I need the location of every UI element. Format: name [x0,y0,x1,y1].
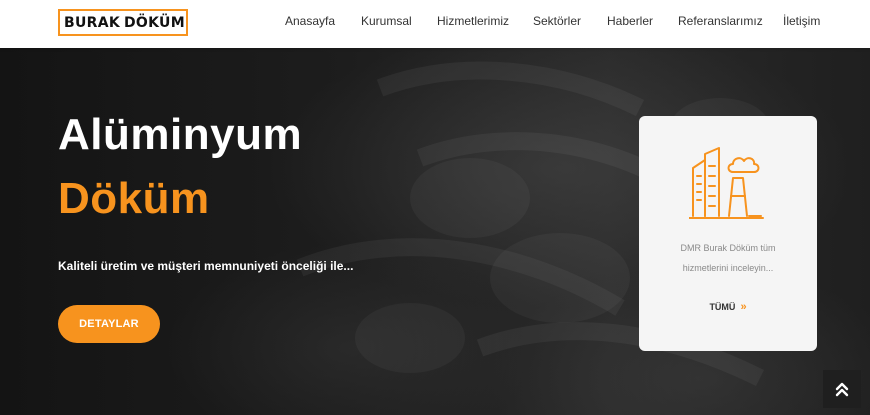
nav-item-hizmetlerimiz[interactable]: Hizmetlerimiz [437,14,509,28]
card-description-line2: hizmetlerini inceleyin... [682,263,774,273]
hero-title-line2: Döküm [58,174,210,223]
services-card: DMR Burak Döküm tüm hizmetlerini inceley… [639,116,817,351]
double-arrow-right-icon: » [740,301,747,313]
card-description-line1: DMR Burak Döküm tüm [680,243,776,253]
scroll-to-top-button[interactable] [823,370,861,408]
logo-text-left: BURAK [64,14,121,31]
nav-item-sektorler[interactable]: Sektörler [533,14,581,28]
hero-subtitle: Kaliteli üretim ve müşteri memnuniyeti ö… [58,259,354,273]
nav-item-iletisim[interactable]: İletişim [783,14,820,28]
site-header: BURAK DÖKÜM Anasayfa Kurumsal Hizmetleri… [0,0,870,48]
nav-item-haberler[interactable]: Haberler [607,14,653,28]
logo[interactable]: BURAK DÖKÜM [58,9,188,36]
logo-text-right: DÖKÜM [124,14,185,31]
view-all-label: TÜMÜ [709,302,736,312]
nav-item-anasayfa[interactable]: Anasayfa [285,14,335,28]
double-chevron-up-icon [835,382,849,397]
hero-title-line1: Alüminyum [58,110,303,159]
details-button[interactable]: DETAYLAR [58,305,160,343]
card-description: DMR Burak Döküm tüm hizmetlerini inceley… [649,238,807,278]
hero-slider: Alüminyum Döküm Kaliteli üretim ve müşte… [0,48,870,415]
view-all-link[interactable]: TÜMÜ » [639,301,817,313]
factory-icon [689,147,764,219]
nav-item-referanslarimiz[interactable]: Referanslarımız [678,14,763,28]
nav-item-kurumsal[interactable]: Kurumsal [361,14,412,28]
